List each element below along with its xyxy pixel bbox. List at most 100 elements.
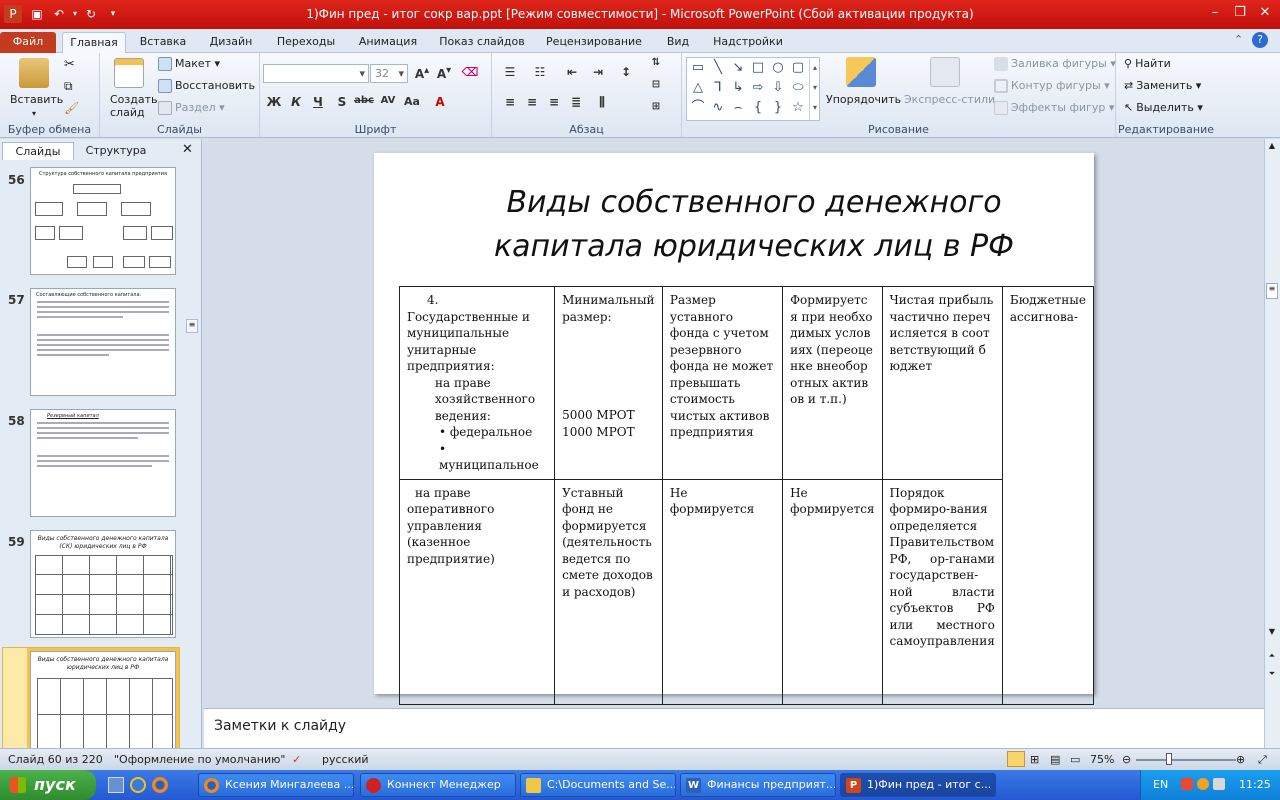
start-button[interactable]: пуск bbox=[0, 770, 96, 800]
shapes-scroll[interactable]: ▴ ▾ ▾ bbox=[809, 58, 820, 120]
close-panel-icon[interactable]: ✕ bbox=[182, 142, 193, 157]
bold-icon[interactable]: Ж bbox=[264, 95, 284, 109]
reading-view-icon[interactable]: ▤ bbox=[1050, 753, 1060, 766]
tray-app-icon[interactable] bbox=[1181, 778, 1193, 790]
arrange-button[interactable]: Упорядочить bbox=[826, 93, 901, 106]
cut-icon[interactable]: ✂ bbox=[64, 57, 75, 72]
align-left-icon[interactable]: ≡ bbox=[500, 95, 520, 109]
taskbar-item-firefox[interactable]: Ксения Мингалеева ... bbox=[198, 773, 354, 797]
select-button[interactable]: ↖ Выделить ▾ bbox=[1124, 101, 1203, 114]
tray-volume-icon[interactable] bbox=[1213, 778, 1225, 790]
taskbar-item-connect[interactable]: Коннект Менеджер bbox=[360, 773, 516, 797]
quick-styles-icon[interactable] bbox=[930, 57, 960, 87]
format-painter-icon[interactable]: 🖌 bbox=[64, 101, 79, 115]
tab-addins[interactable]: Надстройки bbox=[706, 32, 790, 53]
input-language[interactable]: EN bbox=[1153, 778, 1168, 791]
arrow-shape-icon[interactable]: ↘ bbox=[729, 60, 747, 76]
new-slide-button[interactable]: Создать слайд bbox=[110, 93, 158, 119]
fit-slide-icon[interactable]: ⤢ bbox=[1258, 753, 1267, 767]
paste-icon[interactable] bbox=[19, 58, 49, 88]
table-cell[interactable]: Не формируется bbox=[661, 478, 784, 705]
strikethrough-icon[interactable]: abc bbox=[354, 95, 374, 106]
ie-icon[interactable] bbox=[130, 777, 146, 793]
shape-fill-button[interactable]: Заливка фигуры ▾ bbox=[994, 57, 1116, 71]
clock[interactable]: 11:25 bbox=[1239, 778, 1271, 791]
textbox-shape-icon[interactable]: ▭ bbox=[689, 60, 707, 76]
find-button[interactable]: ⚲ Найти bbox=[1124, 57, 1171, 70]
down-arrow-shape-icon[interactable]: ⇩ bbox=[769, 80, 787, 96]
tab-file[interactable]: Файл bbox=[0, 32, 56, 53]
next-slide-icon[interactable]: ⏷ bbox=[1265, 669, 1279, 679]
scroll-up-icon[interactable]: ▲ bbox=[1265, 141, 1279, 150]
left-brace-shape-icon[interactable]: { bbox=[749, 100, 767, 116]
tab-design[interactable]: Дизайн bbox=[200, 32, 262, 53]
triangle-shape-icon[interactable]: △ bbox=[689, 80, 707, 96]
smartart-icon[interactable]: ⊞ bbox=[646, 101, 666, 112]
paste-button[interactable]: Вставить bbox=[10, 93, 63, 106]
zoom-slider[interactable] bbox=[1136, 759, 1236, 761]
tray-network-icon[interactable] bbox=[1197, 778, 1209, 790]
copy-icon[interactable]: ⧉ bbox=[64, 79, 73, 94]
show-desktop-icon[interactable] bbox=[108, 777, 124, 793]
grow-font-icon[interactable]: A▴ bbox=[412, 65, 432, 81]
table-cell[interactable]: Минимальный размер: 5000 МРОТ 1000 МРОТ bbox=[554, 286, 663, 480]
tab-outline[interactable]: Структура bbox=[78, 142, 154, 160]
taskbar-item-powerpoint[interactable]: P 1)Фин пред - итог с... bbox=[840, 773, 996, 797]
rounded-rect-shape-icon[interactable]: ▢ bbox=[789, 60, 807, 76]
flowchart-shape-icon[interactable]: ⬭ bbox=[789, 80, 807, 96]
prev-slide-icon[interactable]: ⏶ bbox=[1265, 651, 1279, 661]
columns-icon[interactable]: ⫼ bbox=[592, 95, 612, 110]
arc-shape-icon[interactable]: ⌢ bbox=[729, 100, 747, 116]
panel-splitter-icon[interactable]: ≡ bbox=[186, 319, 198, 333]
table-cell[interactable]: Размер уставного фонда с учетом резервно… bbox=[661, 286, 784, 480]
close-button[interactable]: ✕ bbox=[1250, 4, 1280, 24]
slide-canvas[interactable]: Виды собственного денежного капитала юри… bbox=[374, 153, 1095, 705]
rectangle-shape-icon[interactable]: □ bbox=[749, 60, 767, 76]
slide-table[interactable]: 4. Государственные и муниципальные унита… bbox=[398, 286, 1095, 705]
font-name-combo[interactable]: ▾ bbox=[263, 64, 369, 83]
notes-pane[interactable]: Заметки к слайду bbox=[204, 708, 1264, 748]
table-cell[interactable]: Порядок формиро-вания определяется Прави… bbox=[881, 478, 1003, 705]
table-cell[interactable]: Формируется при необходимых условиях (пе… bbox=[782, 286, 883, 480]
paste-dropdown-icon[interactable]: ▾ bbox=[32, 109, 36, 118]
language-indicator[interactable]: русский bbox=[322, 753, 369, 766]
tab-animation[interactable]: Анимация bbox=[350, 32, 426, 53]
theme-name[interactable]: "Оформление по умолчанию" bbox=[114, 753, 285, 766]
char-spacing-icon[interactable]: AV bbox=[378, 95, 398, 106]
slide-thumbnail[interactable]: Резервный капитал bbox=[30, 409, 176, 517]
shape-outline-button[interactable]: Контур фигуры ▾ bbox=[994, 79, 1110, 93]
minimize-ribbon-icon[interactable]: ⌃ bbox=[1234, 33, 1243, 46]
bullets-icon[interactable]: ☰ bbox=[500, 65, 520, 79]
text-direction-icon[interactable]: ⇅ bbox=[646, 57, 666, 68]
zoom-level[interactable]: 75% bbox=[1090, 753, 1114, 766]
right-arrow-shape-icon[interactable]: ⇨ bbox=[749, 80, 767, 96]
table-cell[interactable]: Бюджетные ассигнова- bbox=[1001, 286, 1095, 705]
callout-shape-icon[interactable]: ⌒ bbox=[689, 100, 707, 116]
oval-shape-icon[interactable]: ○ bbox=[769, 60, 787, 76]
taskbar-item-word[interactable]: W Финансы предприят... bbox=[680, 773, 836, 797]
elbow-arrow-icon[interactable]: ↳ bbox=[729, 80, 747, 96]
zoom-in-icon[interactable]: ⊕ bbox=[1236, 753, 1245, 766]
align-center-icon[interactable]: ≡ bbox=[522, 95, 542, 109]
zoom-slider-thumb[interactable] bbox=[1166, 753, 1172, 765]
slide-thumbnail[interactable]: Структура собственного капитала предприя… bbox=[30, 167, 176, 275]
star-shape-icon[interactable]: ☆ bbox=[789, 100, 807, 116]
normal-view-icon[interactable] bbox=[1007, 751, 1025, 767]
tab-view[interactable]: Вид bbox=[656, 32, 700, 53]
shrink-font-icon[interactable]: A▾ bbox=[434, 65, 454, 81]
firefox-icon[interactable] bbox=[152, 777, 168, 793]
table-cell[interactable]: Уставный фонд не формируется (деятельнос… bbox=[554, 478, 663, 705]
tab-insert[interactable]: Вставка bbox=[132, 32, 194, 53]
tab-slides[interactable]: Слайды bbox=[2, 142, 74, 160]
tab-home[interactable]: Главная bbox=[62, 32, 126, 53]
taskbar-item-explorer[interactable]: C:\Documents and Se... bbox=[520, 773, 676, 797]
zoom-out-icon[interactable]: ⊖ bbox=[1122, 753, 1131, 766]
replace-button[interactable]: ⇄ Заменить ▾ bbox=[1124, 79, 1201, 92]
change-case-icon[interactable]: Aa bbox=[402, 95, 422, 108]
underline-icon[interactable]: Ч bbox=[308, 95, 328, 109]
align-text-icon[interactable]: ⊟ bbox=[646, 79, 666, 90]
decrease-indent-icon[interactable]: ⇤ bbox=[562, 65, 582, 79]
justify-icon[interactable]: ≣ bbox=[566, 95, 586, 109]
slide-thumbnail-selected[interactable]: Виды собственного денежного капитала юри… bbox=[27, 648, 179, 752]
italic-icon[interactable]: К bbox=[286, 95, 306, 109]
